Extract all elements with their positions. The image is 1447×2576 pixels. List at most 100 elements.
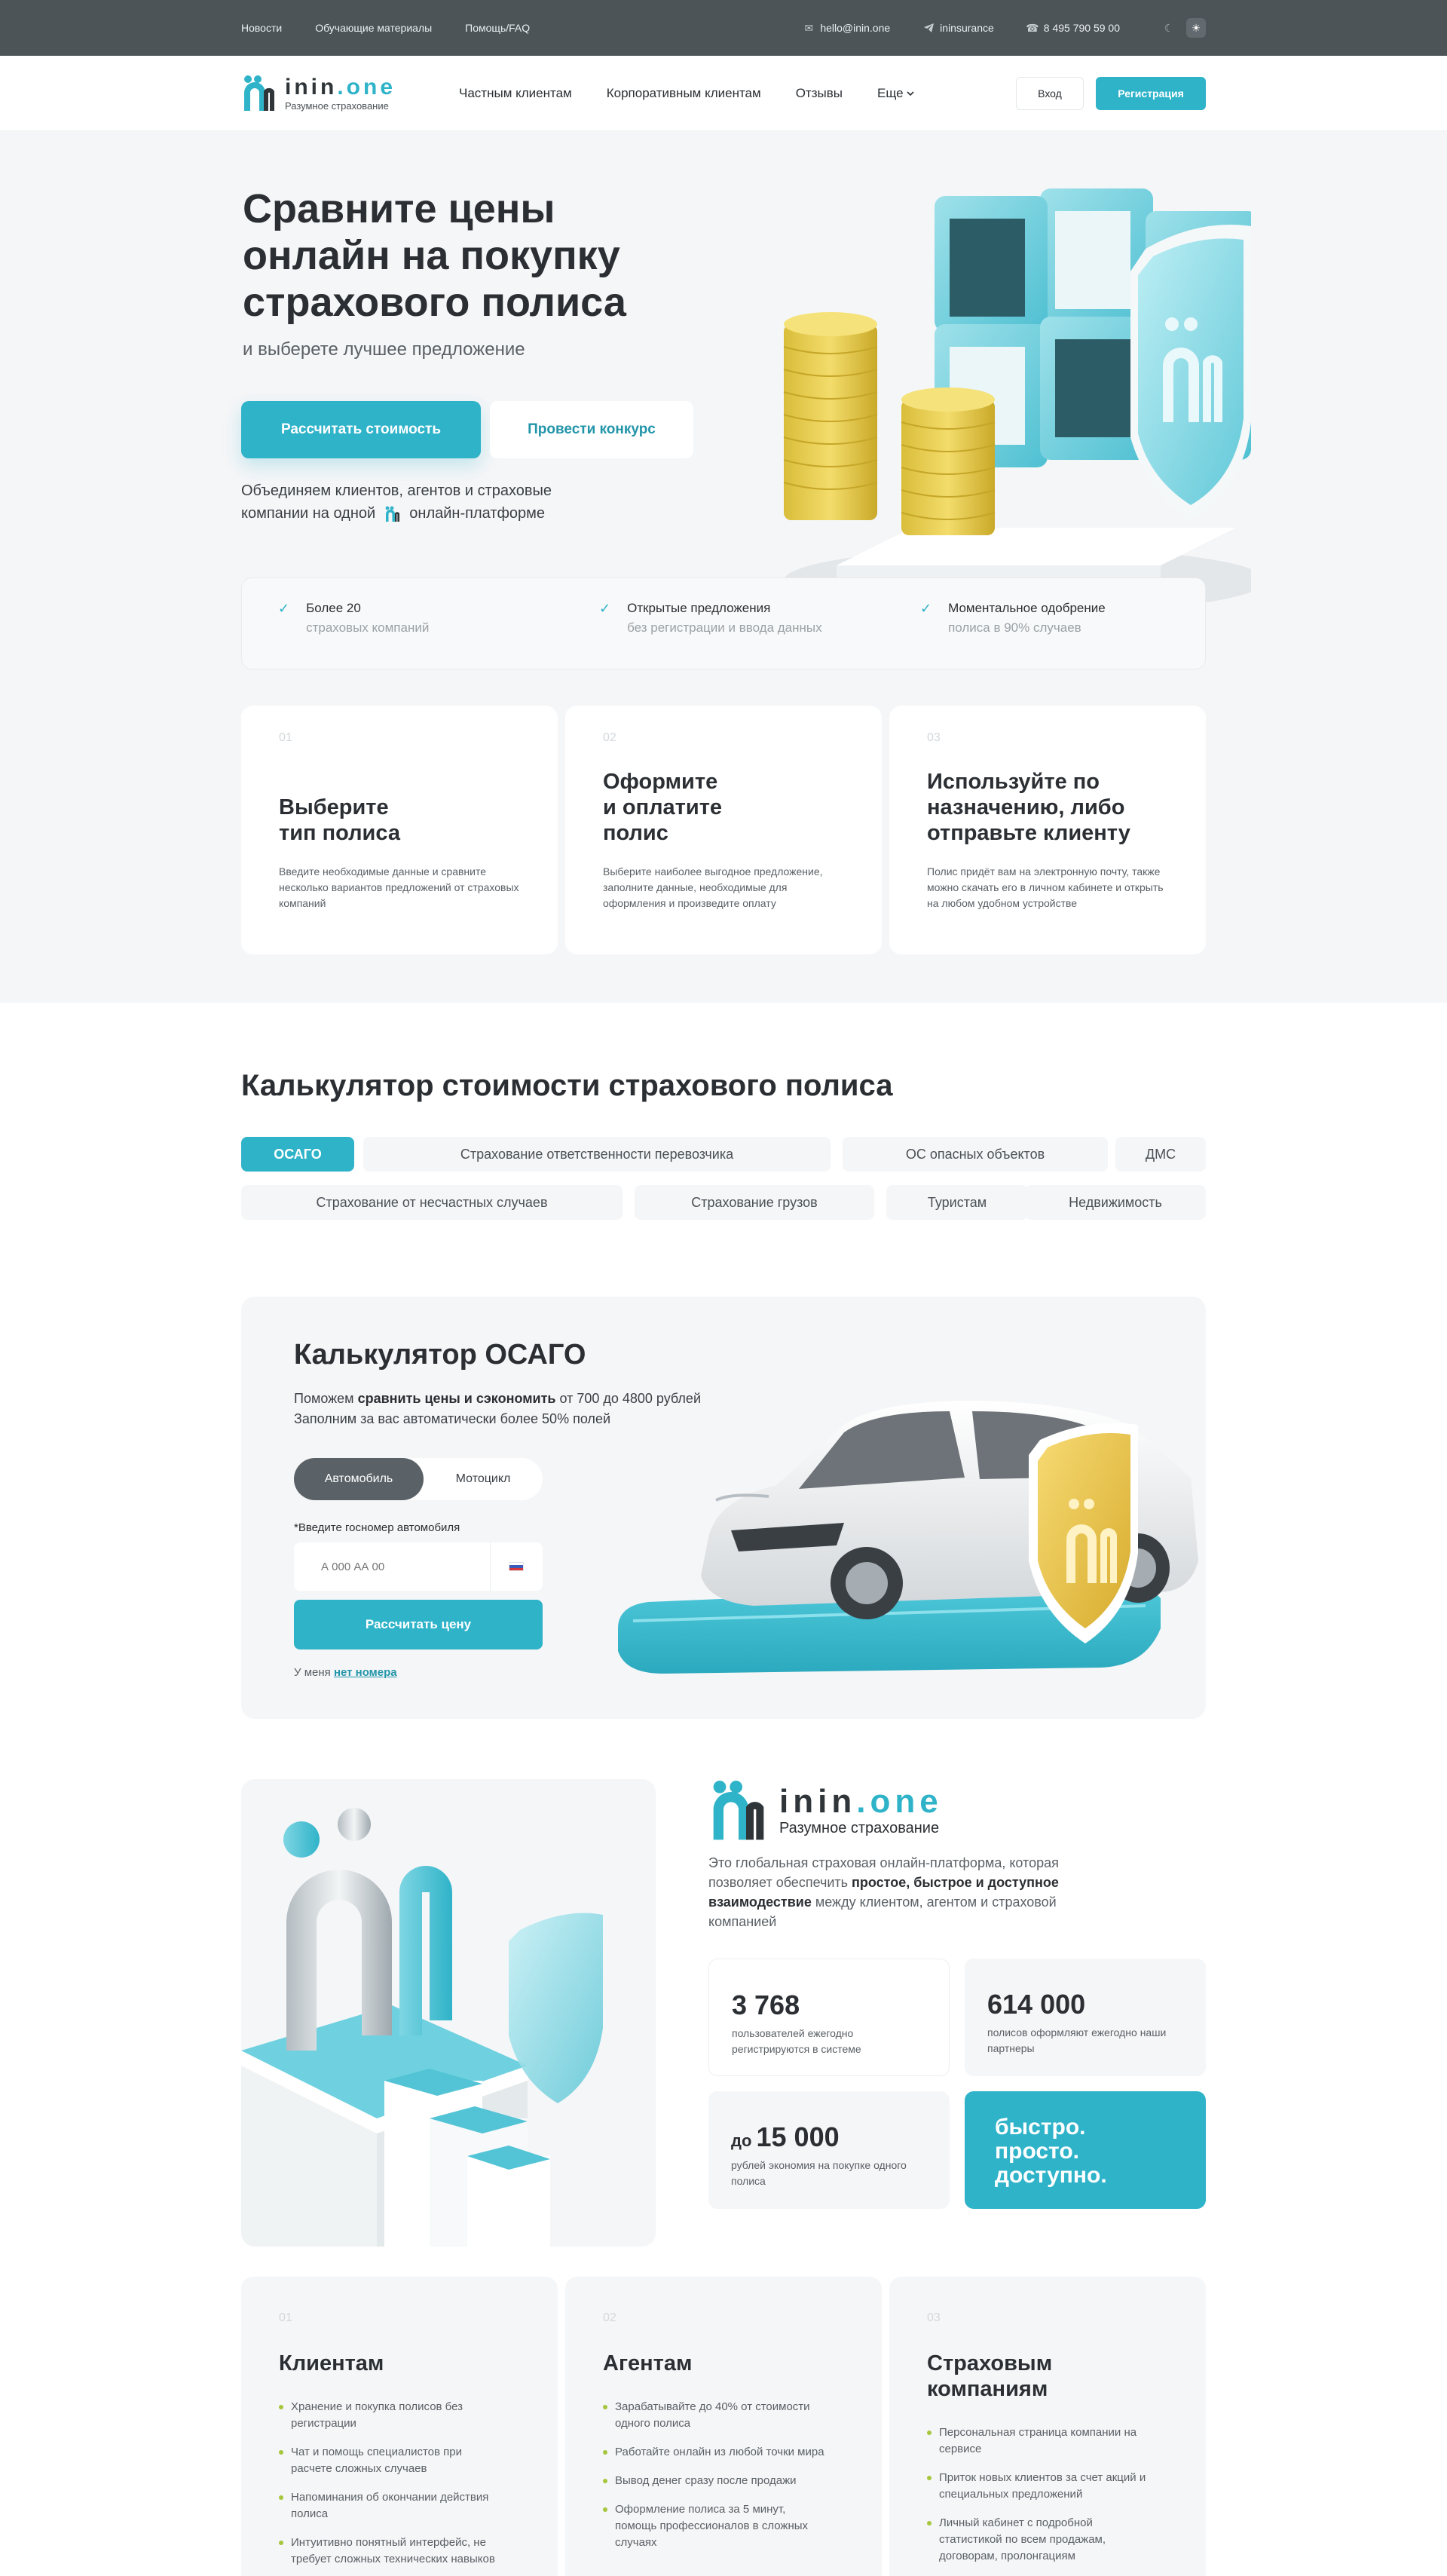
logo-name-dot: . (337, 74, 347, 100)
audience-title: Страховым компаниям (927, 2351, 1053, 2401)
slogan-card: быстро. просто. доступно. (965, 2091, 1206, 2209)
top-links: Новости Обучающие материалы Помощь/FAQ (241, 22, 530, 34)
features-bar: ✓ Более 20 страховых компаний ✓ Открытые … (241, 577, 1206, 669)
stat-value: 3 768 (732, 1989, 800, 2020)
russia-flag-icon (509, 1562, 524, 1571)
about-logo: inin.one Разумное страхование (708, 1779, 943, 1842)
auth-buttons: Вход Регистрация (1016, 77, 1206, 110)
main-header: inin.one Разумное страхование Частным кл… (0, 56, 1447, 131)
tab-hazardous-objects[interactable]: ОС опасных объектов (843, 1137, 1108, 1172)
hero-illustration (783, 188, 1251, 614)
hero-join-line2a: компании на одной (241, 505, 376, 522)
stat-text: пользователей ежегодно регистрируются в … (732, 2027, 861, 2055)
top-contacts: ✉ hello@inin.one ininsurance ☎ 8 495 790… (803, 18, 1206, 38)
chevron-down-icon (907, 91, 914, 96)
osago-calculator-title: Калькулятор ОСАГО (294, 1339, 586, 1371)
logo-text: inin.one Разумное страхование (285, 74, 396, 112)
logo-3d-illustration (241, 1808, 603, 2247)
menu-item-corporate[interactable]: Корпоративным клиентам (607, 86, 761, 101)
inline-logo-icon (385, 506, 399, 522)
menu-item-private[interactable]: Частным клиентам (459, 86, 572, 101)
moon-icon[interactable]: ☾ (1159, 18, 1179, 38)
phone-link[interactable]: ☎ 8 495 790 59 00 (1026, 21, 1120, 35)
top-link-learning[interactable]: Обучающие материалы (315, 22, 432, 34)
register-button[interactable]: Регистрация (1096, 77, 1206, 110)
vehicle-type-switch: Автомобиль Мотоцикл (294, 1458, 543, 1500)
step-text: Выберите наиболее выгодное предложение, … (603, 865, 823, 909)
top-link-news[interactable]: Новости (241, 22, 282, 34)
about-description: Это глобальная страховая онлайн-платформ… (708, 1855, 1059, 1929)
about-illustration (241, 1779, 656, 2247)
check-icon: ✓ (920, 601, 932, 616)
tab-dms[interactable]: ДМС (1115, 1137, 1206, 1172)
logo-mark-icon (244, 75, 274, 111)
check-icon: ✓ (278, 601, 290, 616)
mail-icon: ✉ (804, 21, 814, 34)
audience-card-insurers: 03 Страховым компаниям Персональная стран… (889, 2277, 1206, 2576)
audience-number: 02 (603, 2311, 616, 2324)
audience-title: Агентам (603, 2351, 693, 2375)
step-number: 01 (279, 731, 292, 744)
hero-title-line2: на покупку (390, 233, 620, 278)
email-link[interactable]: ✉ hello@inin.one (803, 21, 890, 35)
plate-input[interactable] (294, 1542, 490, 1591)
step-text: Введите необходимые данные и сравните не… (279, 865, 519, 909)
no-number-text: У меня нет номера (294, 1666, 397, 1679)
stat-text: рублей экономия на покупке одного полиса (731, 2159, 907, 2187)
menu-item-more[interactable]: Еще (877, 86, 914, 101)
tab-real-estate[interactable]: Недвижимость (1025, 1185, 1206, 1220)
logo-name-main: inin (285, 74, 338, 100)
feature-item: ✓ Открытые предложения без регистрации и … (563, 578, 884, 669)
list-item: Личный кабинет с подробной статистикой п… (927, 2515, 1153, 2565)
tab-carrier-liability[interactable]: Страхование ответственности перевозчика (363, 1137, 831, 1172)
lower-content: Калькулятор стоимости страхового полиса … (241, 1003, 1206, 2576)
top-bar: Новости Обучающие материалы Помощь/FAQ ✉… (0, 0, 1447, 56)
start-contest-button[interactable]: Провести конкурс (490, 401, 693, 458)
car-illustration (618, 1401, 1198, 1674)
sun-icon[interactable]: ☀ (1186, 18, 1206, 38)
feature-title: Более 20 (306, 601, 361, 615)
logo-name-suffix: one (346, 74, 396, 100)
tab-tourists[interactable]: Туристам (886, 1185, 1028, 1220)
stat-text: полисов оформляют ежегодно наши партнеры (987, 2026, 1167, 2054)
stat-card-savings: до 15 000 рублей экономия на покупке одн… (708, 2091, 950, 2209)
tab-osago[interactable]: ОСАГО (241, 1137, 354, 1172)
calculate-cost-button[interactable]: Рассчитать стоимость (241, 401, 481, 458)
calculate-price-button[interactable]: Рассчитать цену (294, 1600, 543, 1649)
logo-mark-icon (713, 1781, 764, 1840)
hero-title-bold: онлайн (243, 233, 390, 278)
top-link-faq[interactable]: Помощь/FAQ (465, 22, 530, 34)
feature-item: ✓ Моментальное одобрение полиса в 90% слу… (884, 578, 1205, 669)
audience-number: 03 (927, 2311, 941, 2324)
hero-title: Сравните цены онлайн на покупку страхово… (243, 185, 626, 326)
about-logo-name-main: inin (779, 1782, 857, 1820)
step-title: Оформите и оплатите полис (603, 770, 723, 845)
vehicle-type-car[interactable]: Автомобиль (294, 1458, 424, 1500)
stat-value: 614 000 (987, 1989, 1086, 2020)
no-number-link[interactable]: нет номера (334, 1666, 397, 1679)
telegram-link[interactable]: ininsurance (923, 22, 994, 34)
menu-item-reviews[interactable]: Отзывы (796, 86, 843, 101)
vehicle-type-moto[interactable]: Мотоцикл (424, 1458, 543, 1500)
feature-sub: страховых компаний (306, 620, 430, 635)
hero-subtitle: и выберете лучшее предложение (243, 339, 525, 360)
feature-sub: без регистрации и ввода данных (627, 620, 822, 635)
hero-join-line1: Объединяем клиентов, агентов и страховые (241, 482, 552, 499)
step-number: 02 (603, 731, 616, 744)
audience-title: Клиентам (279, 2351, 384, 2375)
step-text: Полис придёт вам на электронную почту, т… (927, 865, 1164, 909)
step-title: Выберите тип полиса (279, 795, 400, 845)
phone-icon: ☎ (1026, 21, 1039, 34)
tab-accident[interactable]: Страхование от несчастных случаев (241, 1185, 623, 1220)
logo[interactable]: inin.one Разумное страхование (241, 75, 396, 112)
step-card: 02 Оформите и оплатите полис Выберите наиб… (565, 706, 882, 954)
coin-stack-left (783, 312, 878, 520)
list-item: Работайте онлайн из любой точки мира (603, 2444, 829, 2461)
audience-number: 01 (279, 2311, 292, 2324)
audience-card-clients: 01 Клиентам Хранение и покупка полисов б… (241, 2277, 558, 2576)
about-logo-tagline: Разумное страхование (779, 1819, 940, 1836)
tab-cargo[interactable]: Страхование грузов (635, 1185, 874, 1220)
login-button[interactable]: Вход (1016, 77, 1084, 110)
list-item: Зарабатывайте до 40% от стоимости одного… (603, 2399, 829, 2432)
telegram-text: ininsurance (940, 22, 994, 34)
